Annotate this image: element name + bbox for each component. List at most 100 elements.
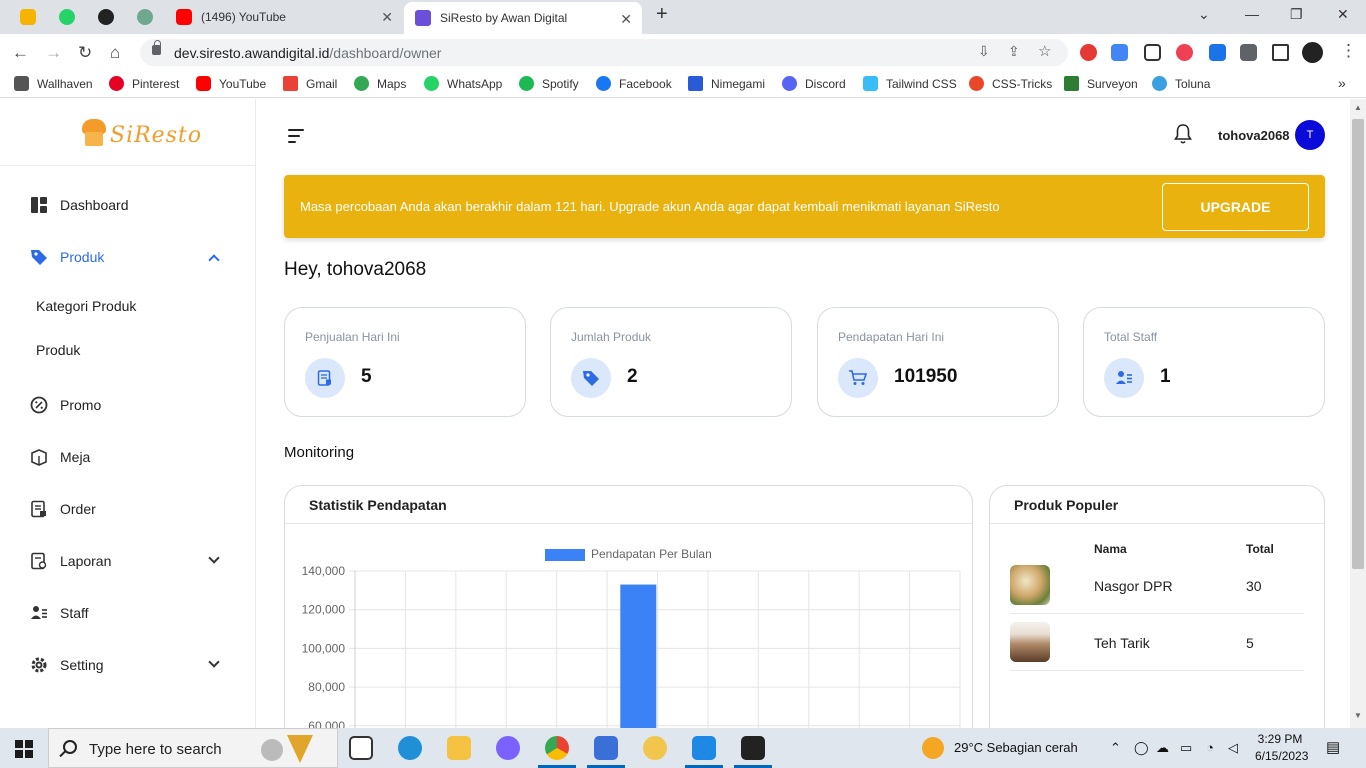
header-username[interactable]: tohova2068 — [1218, 128, 1290, 143]
stat-card-total-staff: Total Staff 1 — [1083, 307, 1325, 417]
weather-icon[interactable] — [922, 737, 944, 759]
sidebar-item-staff[interactable]: Staff — [0, 591, 255, 635]
tab-youtube[interactable]: (1496) YouTube ✕ — [165, 0, 403, 34]
chrome-icon[interactable] — [545, 736, 569, 760]
sidebar-item-order[interactable]: Order — [0, 487, 255, 531]
extension-eye-icon[interactable] — [1080, 44, 1097, 61]
new-tab-button[interactable]: + — [656, 3, 668, 26]
restore-button[interactable]: ❐ — [1290, 6, 1303, 23]
install-icon[interactable]: ⇩ — [978, 43, 990, 60]
brand-logo[interactable]: SiResto — [0, 99, 255, 166]
terminal-icon[interactable] — [741, 736, 765, 760]
file-explorer-icon[interactable] — [447, 736, 471, 760]
bookmark-youtube[interactable]: YouTube — [196, 76, 266, 91]
bookmark-discord[interactable]: Discord — [782, 76, 846, 91]
url-text[interactable]: dev.siresto.awandigital.id/dashboard/own… — [174, 45, 441, 61]
chevron-down-icon[interactable] — [208, 656, 220, 668]
reload-icon[interactable]: ↻ — [78, 43, 92, 63]
extensions-puzzle-icon[interactable] — [1240, 44, 1257, 61]
sidebar-item-promo[interactable]: Promo — [0, 383, 255, 427]
bookmark-surveyon[interactable]: Surveyon — [1064, 76, 1138, 91]
sidebar-subitem-produk[interactable]: Produk — [36, 342, 80, 358]
taskbar-clock[interactable]: 3:29 PM 6/15/2023 — [1255, 732, 1308, 763]
revenue-bar[interactable] — [620, 584, 657, 728]
avatar[interactable]: T — [1295, 120, 1325, 150]
bookmark-nimegami[interactable]: Nimegami — [688, 76, 765, 91]
browser-tab-bar: (1496) YouTube ✕ SiResto by Awan Digital… — [0, 0, 1366, 34]
network-app-icon[interactable] — [594, 736, 618, 760]
sidebar-subitem-kategori-produk[interactable]: Kategori Produk — [36, 298, 136, 314]
task-view-icon[interactable] — [349, 736, 373, 760]
tray-chevron-up-icon[interactable]: ⌃ — [1110, 740, 1121, 756]
sidebar-item-produk[interactable]: Produk — [0, 235, 255, 279]
more-bookmarks-icon[interactable]: » — [1338, 75, 1346, 91]
bookmark-facebook[interactable]: Facebook — [596, 76, 672, 91]
side-panel-icon[interactable] — [1272, 44, 1289, 61]
app-icon[interactable] — [643, 736, 667, 760]
pinned-tab-github-icon[interactable] — [98, 9, 114, 25]
sidebar-item-meja[interactable]: Meja — [0, 435, 255, 479]
tray-wifi-icon[interactable]: ◔ — [1206, 740, 1214, 755]
tray-volume-icon[interactable]: ◁ — [1228, 740, 1238, 756]
row-divider — [1010, 670, 1304, 671]
weather-text[interactable]: 29°C Sebagian cerah — [954, 740, 1078, 755]
bookmark-gmail[interactable]: Gmail — [283, 76, 337, 91]
bookmark-whatsapp[interactable]: WhatsApp — [424, 76, 502, 91]
taskbar-search[interactable]: Type here to search — [48, 728, 338, 768]
search-highlight-icon[interactable] — [261, 739, 283, 761]
sidebar-item-laporan[interactable]: Laporan — [0, 539, 255, 583]
tab-siresto[interactable]: SiResto by Awan Digital ✕ — [404, 2, 642, 34]
close-tab-icon[interactable]: ✕ — [381, 9, 393, 26]
bookmark-toluna[interactable]: Toluna — [1152, 76, 1210, 91]
lock-icon[interactable] — [152, 40, 161, 55]
search-highlight-medal-icon[interactable] — [287, 735, 313, 763]
vscode-icon[interactable] — [692, 736, 716, 760]
minimize-button[interactable]: — — [1245, 6, 1259, 22]
pinned-tab-chatgpt-icon[interactable] — [137, 9, 153, 25]
tray-battery-icon[interactable]: ▭ — [1180, 740, 1192, 756]
tray-app-icon[interactable]: ◯ — [1134, 740, 1149, 756]
omnibox[interactable]: dev.siresto.awandigital.id/dashboard/own… — [140, 39, 1068, 66]
back-icon[interactable]: ← — [12, 43, 29, 63]
extension-pip-icon[interactable] — [1144, 44, 1161, 61]
tray-network-icon[interactable]: ☁ — [1156, 740, 1169, 756]
upgrade-button[interactable]: UPGRADE — [1162, 183, 1309, 231]
tab-search-icon[interactable]: ⌄ — [1198, 6, 1210, 23]
forward-icon[interactable]: → — [45, 43, 62, 63]
page-scrollbar[interactable]: ▲ ▼ — [1350, 99, 1366, 728]
chevron-down-icon[interactable] — [208, 552, 220, 564]
scrollbar-thumb[interactable] — [1352, 119, 1364, 569]
bookmark-wallhaven[interactable]: Wallhaven — [14, 76, 93, 91]
bookmark-maps[interactable]: Maps — [354, 76, 406, 91]
extension-pen-icon[interactable] — [1209, 44, 1226, 61]
sidebar-item-label: Order — [60, 501, 96, 517]
sidebar-item-setting[interactable]: Setting — [0, 643, 255, 687]
scroll-up-icon[interactable]: ▲ — [1354, 103, 1362, 112]
edge-icon[interactable] — [398, 736, 422, 760]
bookmark-css-tricks[interactable]: CSS-Tricks — [969, 76, 1052, 91]
scroll-down-icon[interactable]: ▼ — [1354, 711, 1362, 720]
extension-pocket-icon[interactable] — [1176, 44, 1193, 61]
close-tab-icon[interactable]: ✕ — [620, 11, 632, 28]
sidebar-item-dashboard[interactable]: Dashboard — [0, 183, 255, 227]
copilot-icon[interactable] — [496, 736, 520, 760]
browser-menu-icon[interactable]: ⋮ — [1340, 41, 1357, 61]
bookmark-tailwind[interactable]: Tailwind CSS — [863, 76, 957, 91]
notification-center-icon[interactable]: ▤ — [1326, 738, 1340, 756]
whatsapp-icon — [424, 76, 439, 91]
hamburger-menu-icon[interactable] — [288, 129, 304, 147]
bookmark-star-icon[interactable]: ☆ — [1038, 42, 1051, 60]
pinned-tab-pma-icon[interactable] — [20, 9, 36, 25]
home-icon[interactable]: ⌂ — [110, 43, 120, 63]
notification-bell-icon[interactable] — [1174, 123, 1192, 145]
bookmark-spotify[interactable]: Spotify — [519, 76, 579, 91]
windows-taskbar: Type here to search 29°C Sebagian cerah … — [0, 728, 1366, 768]
profile-avatar-icon[interactable] — [1302, 42, 1323, 63]
chevron-up-icon[interactable] — [208, 254, 220, 266]
pinned-tab-whatsapp-icon[interactable] — [59, 9, 75, 25]
close-window-button[interactable]: ✕ — [1337, 6, 1349, 23]
share-icon[interactable]: ⇪ — [1008, 43, 1020, 60]
extension-translate-icon[interactable] — [1111, 44, 1128, 61]
bookmark-pinterest[interactable]: Pinterest — [109, 76, 179, 91]
windows-start-icon[interactable] — [15, 740, 33, 758]
